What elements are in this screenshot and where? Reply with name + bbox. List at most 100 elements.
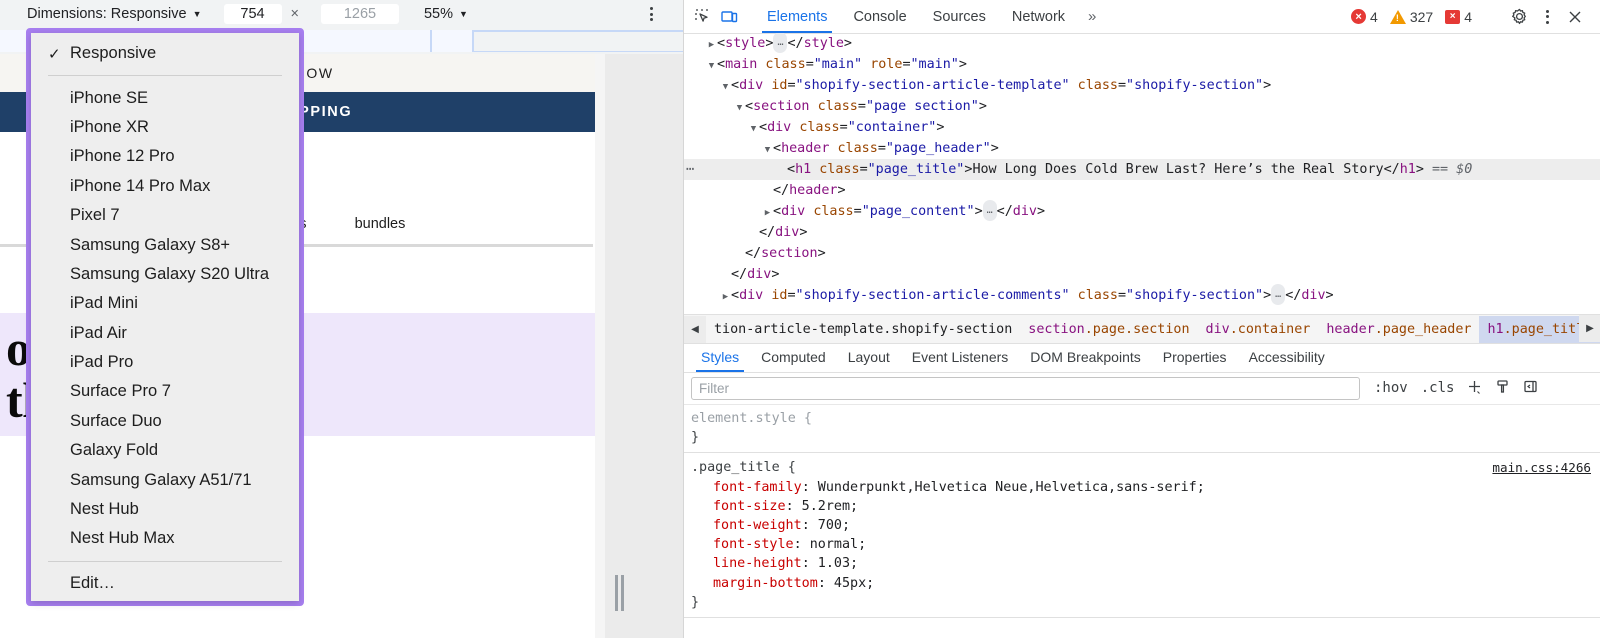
dom-node[interactable]: <div id="shopify-section-article-templat… bbox=[684, 75, 1600, 96]
css-declaration[interactable]: font-size: 5.2rem; bbox=[691, 497, 1600, 516]
breadcrumb-scroll-left-icon[interactable]: ◀ bbox=[684, 315, 706, 343]
height-input[interactable]: 1265 bbox=[320, 4, 399, 24]
css-property[interactable]: font-family bbox=[713, 480, 802, 495]
breadcrumb-item[interactable]: header .page_header bbox=[1318, 316, 1479, 343]
hov-button[interactable]: :hov bbox=[1374, 380, 1408, 396]
tab-network[interactable]: Network bbox=[999, 0, 1078, 33]
gear-icon[interactable] bbox=[1506, 5, 1532, 29]
dom-node[interactable]: <style>…</style> bbox=[684, 33, 1600, 54]
device-menu-item[interactable]: iPhone SE bbox=[31, 83, 299, 112]
css-declaration[interactable]: font-weight: 700; bbox=[691, 516, 1600, 535]
error-counter[interactable]: × 4 bbox=[1351, 9, 1378, 25]
dom-node-selected[interactable]: ⋯ <h1 class="page_title">How Long Does Co… bbox=[684, 159, 1600, 180]
expand-arrow-icon[interactable] bbox=[720, 287, 731, 308]
dom-node[interactable]: <div class="container"> bbox=[684, 117, 1600, 138]
css-declaration[interactable]: margin-bottom: 45px; bbox=[691, 574, 1600, 593]
width-input[interactable]: 754 bbox=[223, 4, 282, 24]
device-menu-item[interactable]: Surface Pro 7 bbox=[31, 377, 299, 406]
device-menu-item[interactable]: Pixel 7 bbox=[31, 201, 299, 230]
dom-node[interactable]: <div class="page_content">…</div> bbox=[684, 200, 1600, 224]
device-menu-item[interactable]: Samsung Galaxy S8+ bbox=[31, 230, 299, 259]
sub-tab-event-listeners[interactable]: Event Listeners bbox=[901, 342, 1020, 372]
device-menu-item[interactable]: iPhone 12 Pro bbox=[31, 142, 299, 171]
device-menu-item[interactable]: Nest Hub bbox=[31, 495, 299, 524]
css-selector[interactable]: .page_title { bbox=[691, 460, 796, 475]
dom-node[interactable]: </div> bbox=[684, 222, 1600, 243]
css-property[interactable]: font-size bbox=[713, 499, 786, 514]
sub-tab-styles[interactable]: Styles bbox=[690, 342, 750, 372]
viewport-scrollbar[interactable] bbox=[595, 54, 605, 638]
device-menu-item[interactable]: Samsung Galaxy A51/71 bbox=[31, 465, 299, 494]
warning-counter[interactable]: 327 bbox=[1389, 9, 1433, 25]
device-menu-item[interactable]: iPad Mini bbox=[31, 289, 299, 318]
css-declaration[interactable]: font-style: normal; bbox=[691, 535, 1600, 554]
dom-node[interactable]: </header> bbox=[684, 180, 1600, 201]
device-menu-item[interactable]: Galaxy Fold bbox=[31, 436, 299, 465]
device-menu-item[interactable]: iPad Pro bbox=[31, 348, 299, 377]
media-query-bar[interactable] bbox=[302, 30, 432, 52]
css-property[interactable]: line-height bbox=[713, 556, 802, 571]
css-rule[interactable]: element.style {} bbox=[684, 404, 1600, 452]
collapse-arrow-icon[interactable] bbox=[734, 98, 745, 119]
css-property[interactable]: font-style bbox=[713, 537, 794, 552]
css-property[interactable]: font-weight bbox=[713, 518, 802, 533]
sub-tab-layout[interactable]: Layout bbox=[837, 342, 901, 372]
device-menu-item[interactable]: iPhone 14 Pro Max bbox=[31, 172, 299, 201]
expand-arrow-icon[interactable] bbox=[762, 203, 773, 224]
filter-input[interactable]: Filter bbox=[691, 376, 1360, 400]
new-style-rule-icon[interactable] bbox=[1467, 379, 1482, 397]
collapse-arrow-icon[interactable] bbox=[748, 119, 759, 140]
device-toolbar-icon[interactable] bbox=[716, 5, 742, 29]
breadcrumb-scroll-right-icon[interactable]: ▶ bbox=[1579, 315, 1600, 342]
styles-rules-pane[interactable]: element.style {} .page_title { main.css:42… bbox=[684, 404, 1600, 638]
breadcrumb[interactable]: ◀ tion-article-template.shopify-section se… bbox=[684, 314, 1600, 344]
device-menu-item[interactable]: Nest Hub Max bbox=[31, 524, 299, 553]
css-value[interactable]: : 700; bbox=[802, 518, 850, 533]
device-menu-item[interactable]: Samsung Galaxy S20 Ultra bbox=[31, 260, 299, 289]
toggle-sidebar-icon[interactable] bbox=[1523, 379, 1538, 397]
more-tabs-icon[interactable]: » bbox=[1078, 8, 1106, 25]
device-menu-item[interactable]: Edit… bbox=[31, 569, 299, 598]
dom-node[interactable]: <main class="main" role="main"> bbox=[684, 54, 1600, 75]
dom-node[interactable]: <header class="page_header"> bbox=[684, 138, 1600, 159]
collapse-arrow-icon[interactable] bbox=[720, 77, 731, 98]
dom-node[interactable]: <div id="shopify-section-article-comment… bbox=[684, 284, 1600, 308]
tab-sources[interactable]: Sources bbox=[920, 0, 999, 33]
issues-counter[interactable]: × 4 bbox=[1445, 9, 1472, 25]
css-property[interactable]: margin-bottom bbox=[713, 576, 818, 591]
sub-tab-accessibility[interactable]: Accessibility bbox=[1238, 342, 1336, 372]
zoom-dropdown[interactable]: 55% ▼ bbox=[424, 6, 468, 22]
device-menu-item[interactable]: iPad Air bbox=[31, 319, 299, 348]
dimensions-dropdown[interactable]: Dimensions: Responsive ▼ bbox=[27, 6, 202, 22]
dom-node[interactable]: <section class="page section"> bbox=[684, 96, 1600, 117]
nav-item-2[interactable]: bundles bbox=[355, 216, 406, 232]
tab-console[interactable]: Console bbox=[840, 0, 919, 33]
css-value[interactable]: : 5.2rem; bbox=[786, 499, 859, 514]
sub-tab-computed[interactable]: Computed bbox=[750, 342, 837, 372]
css-source-link[interactable]: main.css:4266 bbox=[1492, 458, 1591, 477]
media-query-bar[interactable] bbox=[432, 30, 474, 52]
css-value[interactable]: : normal; bbox=[794, 537, 867, 552]
css-value[interactable]: : Wunderpunkt,Helvetica Neue,Helvetica,s… bbox=[802, 480, 1205, 495]
collapse-arrow-icon[interactable] bbox=[762, 140, 773, 161]
breadcrumb-item[interactable]: section .page.section bbox=[1020, 316, 1197, 343]
expand-arrow-icon[interactable] bbox=[706, 35, 717, 56]
collapse-arrow-icon[interactable] bbox=[706, 56, 717, 77]
tab-elements[interactable]: Elements bbox=[754, 0, 840, 33]
viewport-resize-handle[interactable] bbox=[610, 575, 628, 611]
breadcrumb-item[interactable]: div .container bbox=[1198, 316, 1319, 343]
breadcrumb-item[interactable]: tion-article-template.shopify-section bbox=[706, 316, 1020, 343]
device-menu-item[interactable]: Surface Duo bbox=[31, 407, 299, 436]
dom-node[interactable]: </section> bbox=[684, 243, 1600, 264]
dom-tree[interactable]: <style>…</style><main class="main" role=… bbox=[684, 33, 1600, 314]
close-icon[interactable] bbox=[1562, 5, 1588, 29]
css-value[interactable]: : 45px; bbox=[818, 576, 874, 591]
css-rule[interactable]: .page_title { main.css:4266 font-family: W… bbox=[684, 452, 1600, 619]
inspect-element-icon[interactable] bbox=[690, 5, 716, 29]
device-menu-item[interactable]: ✓ Responsive bbox=[31, 39, 299, 68]
kebab-menu-icon[interactable] bbox=[1534, 5, 1560, 29]
css-declaration[interactable]: line-height: 1.03; bbox=[691, 554, 1600, 573]
device-list-menu[interactable]: ✓ Responsive iPhone SE iPhone XR iPhone 12 P… bbox=[31, 33, 299, 601]
paintbrush-icon[interactable] bbox=[1495, 379, 1510, 397]
dom-node[interactable]: </div> bbox=[684, 264, 1600, 285]
